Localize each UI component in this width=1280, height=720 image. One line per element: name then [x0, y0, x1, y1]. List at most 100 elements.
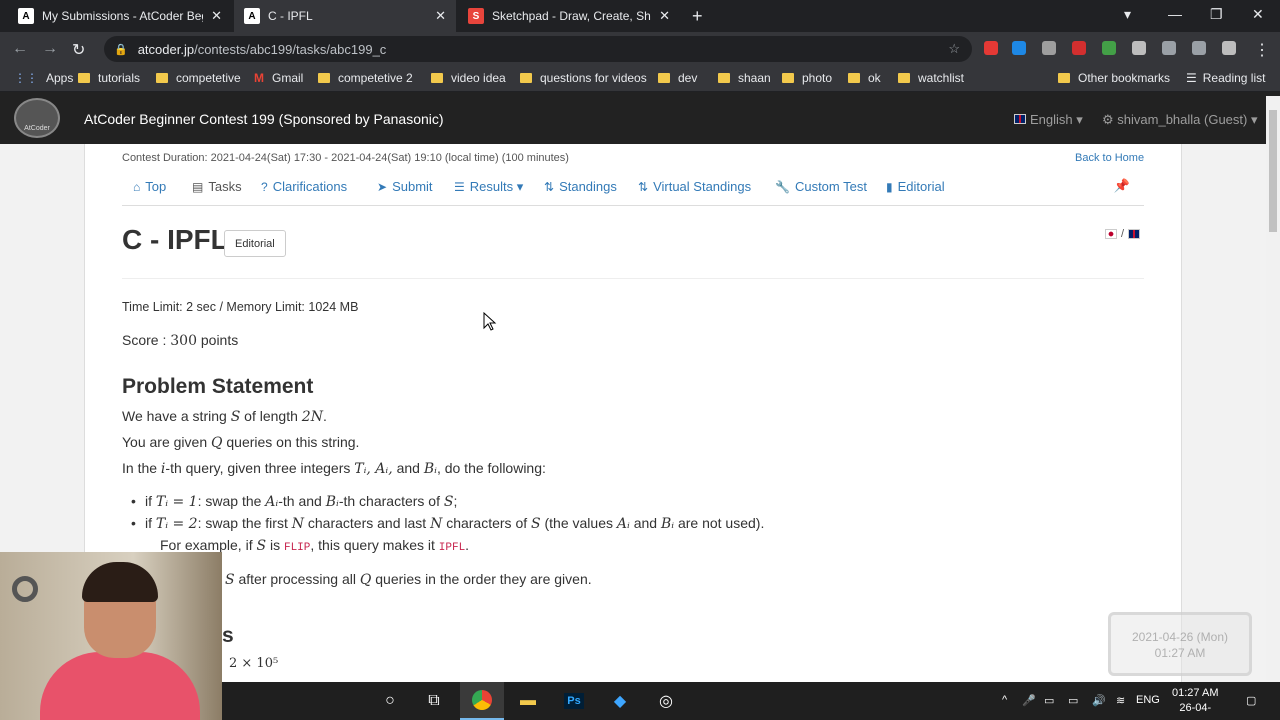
tab-custom-test[interactable]: 🔧 Custom Test — [775, 179, 867, 194]
tab-label: Tasks — [208, 179, 242, 194]
sketchpad-favicon-icon: S — [468, 8, 484, 24]
bookmark-folder[interactable]: video idea — [431, 71, 506, 85]
extensions-puzzle-icon[interactable] — [1162, 41, 1176, 55]
bookmark-folder[interactable]: shaan — [718, 71, 771, 85]
time-memory-limit: Time Limit: 2 sec / Memory Limit: 1024 M… — [122, 300, 359, 314]
tray-chevron-icon[interactable]: ^ — [1002, 694, 1007, 706]
microphone-icon[interactable]: 🎤 — [1022, 694, 1036, 707]
close-tab-icon[interactable]: ✕ — [659, 8, 670, 24]
tab-clarifications[interactable]: ? Clarifications — [261, 179, 347, 194]
bookmark-gmail[interactable]: M Gmail — [254, 71, 303, 85]
tab-results[interactable]: ☰ Results ▾ — [454, 179, 523, 195]
page-scrollbar[interactable] — [1266, 96, 1280, 680]
clock-date: 26-04- — [1179, 702, 1212, 714]
bookmark-label: ok — [868, 71, 881, 85]
monitor-icon[interactable]: ▭ — [1044, 694, 1054, 707]
media-control-icon[interactable] — [1192, 41, 1206, 55]
bullet-dot: • — [131, 493, 136, 509]
uk-flag-icon[interactable] — [1128, 229, 1141, 239]
browser-tab-strip: A My Submissions - AtCoder Beginn ✕ A C … — [0, 0, 1280, 32]
gmail-icon: M — [254, 71, 264, 85]
tab-top[interactable]: ⌂ Top — [133, 179, 166, 194]
text: characters and last — [304, 515, 431, 531]
tab-editorial[interactable]: ▮ Editorial — [886, 179, 945, 194]
bookmark-folder[interactable]: competetive 2 — [318, 71, 413, 85]
file-explorer-icon[interactable]: ▬ — [506, 682, 550, 720]
tab-title: C - IPFL — [268, 9, 313, 23]
extension-icon[interactable] — [1042, 41, 1056, 55]
cortana-icon[interactable]: ○ — [368, 682, 412, 720]
atcoder-logo[interactable]: AtCoder — [14, 98, 60, 138]
bookmark-folder[interactable]: tutorials — [78, 71, 140, 85]
bookmark-apps[interactable]: ⋮⋮ Apps — [14, 71, 73, 85]
chrome-menu-icon[interactable]: ⋮ — [1254, 40, 1270, 60]
browser-tab-submissions[interactable]: A My Submissions - AtCoder Beginn ✕ — [8, 0, 232, 32]
bookmark-folder[interactable]: photo — [782, 71, 832, 85]
other-bookmarks[interactable]: Other bookmarks — [1058, 71, 1170, 85]
back-arrow-icon[interactable]: ← — [12, 40, 28, 58]
bookmark-label: competetive 2 — [338, 71, 413, 85]
bookmark-folder[interactable]: questions for videos — [520, 71, 647, 85]
tab-virtual-standings[interactable]: ⇅ Virtual Standings — [638, 179, 751, 194]
new-tab-icon[interactable]: + — [692, 6, 703, 27]
forward-arrow-icon[interactable]: → — [42, 40, 58, 58]
minimize-icon[interactable]: — — [1168, 6, 1182, 22]
clock-time: 01:27 AM — [1172, 687, 1219, 699]
task-view-icon[interactable]: ⧉ — [412, 682, 456, 720]
browser-tab-ipfl[interactable]: A C - IPFL ✕ — [234, 0, 456, 32]
contest-nav-tabs: ⌂ Top ▤ Tasks ? Clarifications ➤ Submit ☰ Res… — [122, 172, 1144, 206]
camera-extension-icon[interactable] — [1132, 41, 1146, 55]
volume-icon[interactable]: 🔊 — [1092, 694, 1106, 707]
bookmark-star-icon[interactable]: ☆ — [948, 41, 960, 57]
pin-icon[interactable]: 📌 — [1114, 178, 1130, 194]
chrome-taskbar-icon[interactable] — [460, 682, 504, 720]
score-unit: points — [196, 332, 239, 348]
tab-standings[interactable]: ⇅ Standings — [544, 179, 617, 194]
vscode-icon[interactable]: ◆ — [598, 682, 642, 720]
japan-flag-icon[interactable] — [1105, 229, 1117, 239]
photoshop-icon[interactable]: Ps — [552, 682, 596, 720]
close-window-icon[interactable]: ✕ — [1252, 6, 1264, 23]
tab-submit[interactable]: ➤ Submit — [377, 179, 433, 194]
browser-tab-sketchpad[interactable]: S Sketchpad - Draw, Create, Share! ✕ — [458, 0, 680, 32]
close-tab-icon[interactable]: ✕ — [435, 8, 446, 24]
notification-icon[interactable]: ▢ — [1246, 694, 1256, 707]
close-tab-icon[interactable]: ✕ — [211, 8, 222, 24]
language-dropdown[interactable]: English ▾ — [1014, 112, 1083, 128]
pdf-extension-icon[interactable] — [1072, 41, 1086, 55]
input-language[interactable]: ENG — [1136, 694, 1160, 706]
taskbar-clock[interactable]: 01:27 AM 26-04- — [1172, 686, 1218, 716]
bookmark-folder[interactable]: ok — [848, 71, 881, 85]
text: and — [629, 515, 661, 531]
tab-tasks[interactable]: ▤ Tasks — [192, 179, 242, 194]
back-to-home-link[interactable]: Back to Home — [1075, 152, 1144, 164]
scrollbar-thumb[interactable] — [1269, 110, 1277, 232]
extension-icon[interactable] — [984, 41, 998, 55]
address-bar[interactable]: 🔒 atcoder.jp /contests/abc199/tasks/abc1… — [104, 36, 972, 62]
tab-label: Clarifications — [272, 179, 348, 194]
obs-icon[interactable]: ◎ — [644, 682, 688, 720]
user-name: shivam_bhalla (Guest) — [1117, 112, 1248, 127]
atcoder-favicon-icon: A — [18, 8, 34, 24]
task-page: Contest Duration: 2021-04-24(Sat) 17:30 … — [84, 144, 1182, 684]
editorial-button[interactable]: Editorial — [224, 230, 286, 257]
webcam-overlay — [0, 552, 222, 720]
logo-text: AtCoder — [24, 125, 50, 132]
profile-icon[interactable] — [1222, 41, 1236, 55]
extension-icon[interactable] — [1012, 41, 1026, 55]
restore-icon[interactable]: ❐ — [1210, 6, 1223, 23]
user-dropdown[interactable]: ⚙ shivam_bhalla (Guest) ▾ — [1102, 112, 1257, 128]
folder-icon — [156, 73, 168, 83]
reload-icon[interactable]: ↻ — [72, 40, 85, 60]
reading-list[interactable]: ☰ Reading list — [1186, 71, 1265, 85]
wifi-icon[interactable]: ≋ — [1116, 694, 1125, 707]
bookmark-folder[interactable]: dev — [658, 71, 697, 85]
bookmark-folder[interactable]: watchlist — [898, 71, 964, 85]
profile-dropdown-icon[interactable]: ▾ — [1124, 6, 1131, 23]
evernote-extension-icon[interactable] — [1102, 41, 1116, 55]
list-item: • if Tᵢ = 1: swap the Aᵢ-th and Bᵢ-th ch… — [131, 493, 457, 510]
contest-title[interactable]: AtCoder Beginner Contest 199 (Sponsored … — [84, 111, 444, 127]
math: S — [256, 538, 267, 554]
bookmark-folder[interactable]: competetive — [156, 71, 241, 85]
battery-icon[interactable]: ▭ — [1068, 694, 1078, 707]
